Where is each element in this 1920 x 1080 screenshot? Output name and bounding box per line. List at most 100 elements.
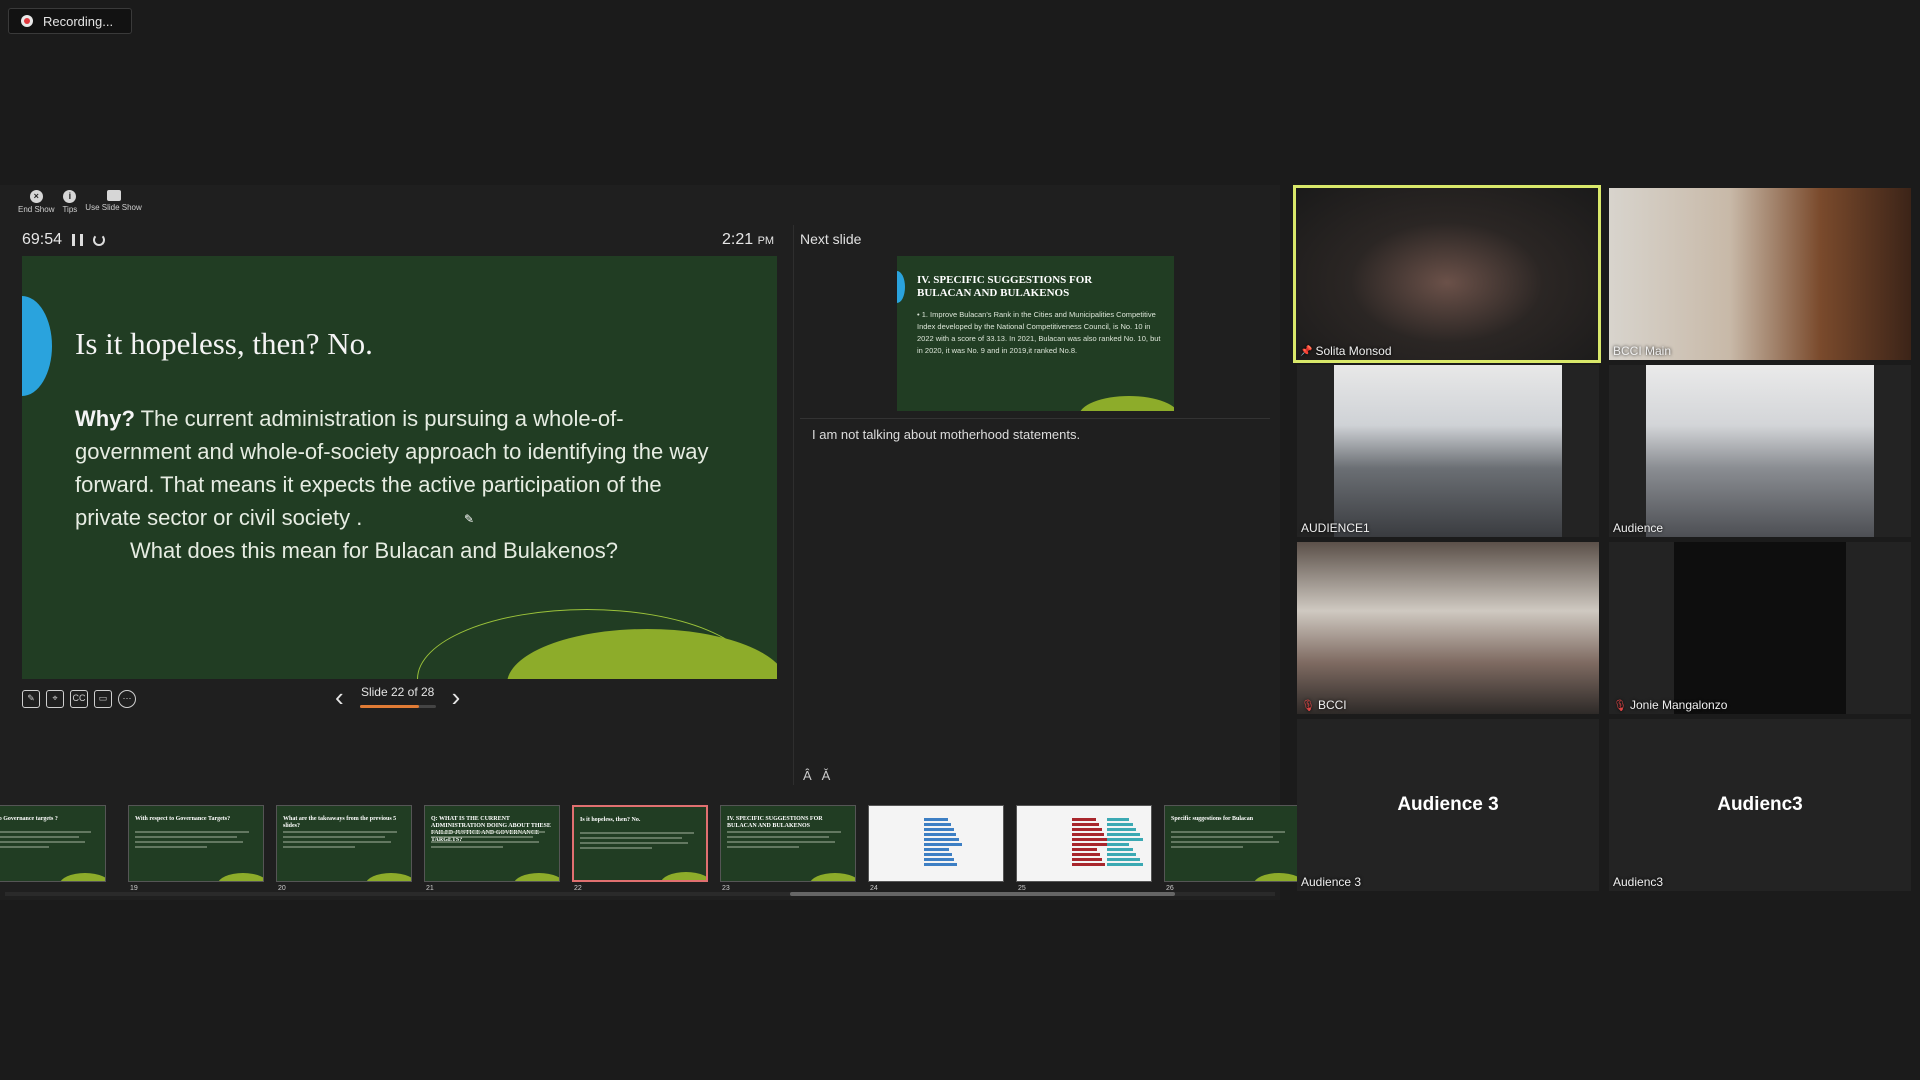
slide-thumbnail[interactable]: IV. SPECIFIC SUGGESTIONS FOR BULACAN AND… [720, 805, 856, 882]
slide-thumbnail[interactable]: Q: WHAT IS THE CURRENT ADMINISTRATION DO… [424, 805, 560, 882]
thumbnail-title: With respect to Governance Targets? [135, 816, 231, 822]
thumbnail-number: 24 [870, 885, 878, 892]
participant-video-feed [1646, 365, 1874, 537]
tips-button[interactable]: i Tips [62, 190, 77, 214]
slide-thumbnail[interactable]: Is it hopeless, then? No. [572, 805, 708, 882]
participant-video-tile[interactable]: 🎙 BCCI [1297, 542, 1599, 714]
participant-name: Solita Monsod [1315, 344, 1392, 358]
notes-separator [800, 418, 1270, 419]
slide-progress-bar [359, 705, 436, 708]
current-slide[interactable]: Is it hopeless, then? No. Why? The curre… [22, 256, 777, 679]
end-show-label: End Show [18, 205, 55, 214]
thumbnail-text-lines [1171, 831, 1291, 851]
pane-divider[interactable] [793, 225, 794, 785]
participant-name-label: 🎙 BCCI [1301, 698, 1347, 712]
decrease-font-button[interactable]: Ǎ [822, 768, 831, 783]
participant-name-label: Audience [1613, 521, 1663, 535]
thumbnail-number: 19 [130, 885, 138, 892]
slide-counter: Slide 22 of 28 [359, 685, 436, 708]
thumbnail-title: respect to Governance targets ? [0, 816, 58, 822]
thumbnail-title: Is it hopeless, then? No. [580, 817, 641, 823]
next-slide-body: • 1. Improve Bulacan's Rank in the Citie… [917, 310, 1161, 355]
thumbnail-number: 25 [1018, 885, 1026, 892]
close-icon: × [29, 190, 43, 203]
thumbnail-text-lines [283, 831, 403, 851]
mic-muted-icon: 🎙 [1613, 699, 1627, 712]
pointer-icon[interactable]: ⌖ [46, 690, 64, 708]
clock: 2:21 PM [722, 231, 774, 249]
next-slide-preview[interactable]: IV. SPECIFIC SUGGESTIONS FOR BULACAN AND… [897, 256, 1174, 411]
clock-time: 2:21 [722, 231, 754, 248]
thumbnail-text-lines [0, 831, 97, 851]
use-slide-show-button[interactable]: Use Slide Show [85, 190, 142, 214]
participant-video-feed [1609, 188, 1911, 360]
slide-thumbnail[interactable]: Specific suggestions for Bulacan [1164, 805, 1300, 882]
slide-body-text: The current administration is pursuing a… [75, 406, 709, 530]
slide-indicator: Slide 22 of 28 [360, 685, 435, 699]
next-slide-accent [897, 271, 905, 303]
slide-tools: ✎ ⌖ CC ▭ ⋯ [22, 690, 136, 708]
more-options-icon[interactable]: ⋯ [118, 690, 136, 708]
participant-video-tile[interactable]: 🎙 Jonie Mangalonzo [1609, 542, 1911, 714]
participant-video-tile[interactable]: 📌 Solita Monsod [1293, 185, 1601, 363]
pen-cursor-icon: ✎ [464, 512, 475, 526]
thumbnail-number: 26 [1166, 885, 1174, 892]
slide-filmstrip: respect to Governance targets ? With resp… [0, 795, 1300, 900]
recording-indicator[interactable]: Recording... [8, 8, 132, 34]
subtitles-icon[interactable]: CC [70, 690, 88, 708]
participant-video-tile[interactable]: AUDIENCE1 [1297, 365, 1599, 537]
thumbnail-text-lines [580, 832, 700, 852]
thumbnail-title: What are the takeaways from the previous… [283, 816, 397, 829]
thumbnail-leaf [514, 873, 559, 881]
thumbnail-number: 23 [722, 885, 730, 892]
pause-icon[interactable] [72, 234, 84, 246]
participant-video-tile[interactable]: Audience [1609, 365, 1911, 537]
reset-icon[interactable] [93, 234, 106, 246]
pen-icon[interactable]: ✎ [22, 690, 40, 708]
participant-placeholder-name: Audience 3 [1397, 794, 1499, 815]
next-slide-label: Next slide [800, 231, 862, 247]
increase-font-button[interactable]: Â [803, 768, 812, 783]
slide-why: Why? [75, 406, 135, 431]
next-slide-icon[interactable]: › [452, 684, 461, 710]
slide-body: Why? The current administration is pursu… [75, 402, 715, 534]
participant-video-tile[interactable]: Audience 3 Audience 3 [1297, 719, 1599, 891]
speaker-notes[interactable]: I am not talking about motherhood statem… [812, 427, 1080, 442]
info-icon: i [63, 190, 77, 203]
participant-name-label: 🎙 Jonie Mangalonzo [1613, 698, 1727, 712]
participant-name: Audience 3 [1301, 875, 1362, 889]
thumbnail-text-lines [431, 831, 551, 851]
participant-name-label: Audience 3 [1301, 875, 1361, 889]
presenter-view: × End Show i Tips Use Slide Show 69:54 2… [0, 185, 1300, 900]
end-show-button[interactable]: × End Show [18, 190, 54, 214]
filmstrip-scroll-thumb[interactable] [790, 892, 1175, 896]
participant-name-label: Audienc3 [1613, 875, 1663, 889]
participant-name-label: 📌 Solita Monsod [1300, 344, 1392, 358]
thumbnail-number: 21 [426, 885, 434, 892]
thumbnail-leaf [810, 873, 855, 881]
participant-video-tile[interactable]: BCCI Main [1609, 188, 1911, 360]
next-slide-leaf [1079, 396, 1174, 411]
thumbnail-number: 22 [574, 885, 582, 892]
tips-label: Tips [62, 205, 78, 214]
previous-slide-icon[interactable]: ‹ [335, 684, 344, 710]
clock-ampm: PM [757, 235, 775, 247]
thumbnail-leaf [1254, 873, 1299, 881]
thumbnail-title: IV. SPECIFIC SUGGESTIONS FOR BULACAN AND… [727, 816, 823, 829]
slide-thumbnail[interactable]: respect to Governance targets ? [0, 805, 106, 882]
thumbnail-number: 20 [278, 885, 286, 892]
participant-video-tile[interactable]: Audienc3 Audienc3 [1609, 719, 1911, 891]
camera-off-icon[interactable]: ▭ [94, 690, 112, 708]
participant-name: BCCI [1317, 698, 1347, 712]
slide-thumbnail[interactable] [1016, 805, 1152, 882]
participant-name: Audienc3 [1613, 875, 1664, 889]
elapsed-timer: 69:54 [22, 231, 63, 248]
recording-label: Recording... [43, 13, 114, 29]
participant-name: BCCI Main [1613, 344, 1672, 358]
slide-question: What does this mean for Bulacan and Bula… [130, 538, 618, 563]
thumbnail-leaf [366, 873, 411, 881]
slide-thumbnail[interactable]: What are the takeaways from the previous… [276, 805, 412, 882]
thumbnail-leaf [60, 873, 105, 881]
slide-thumbnail[interactable]: With respect to Governance Targets? [128, 805, 264, 882]
slide-thumbnail[interactable] [868, 805, 1004, 882]
